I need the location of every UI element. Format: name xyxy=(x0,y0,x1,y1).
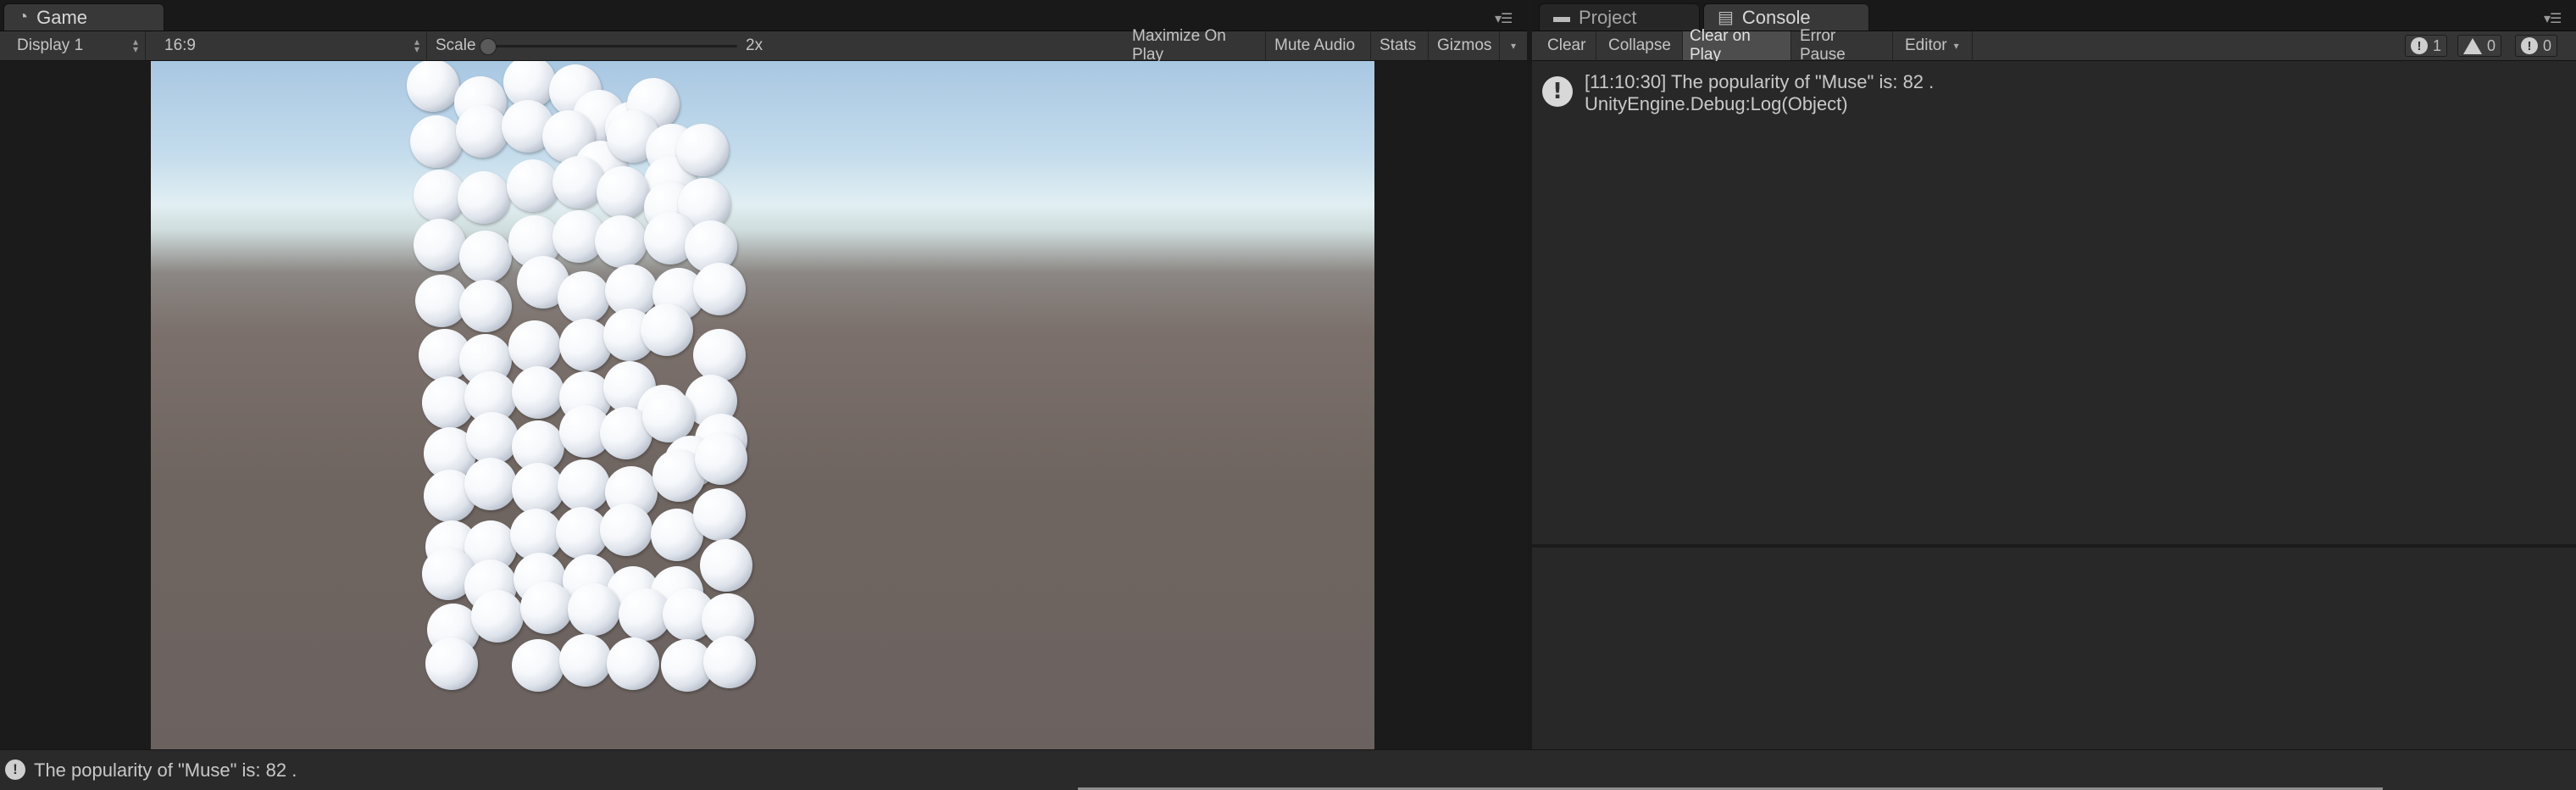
collapse-toggle[interactable]: Collapse xyxy=(1596,31,1683,60)
updown-arrows-icon: ▴ ▾ xyxy=(414,36,419,55)
sphere-object xyxy=(414,219,466,271)
chevron-down-icon: ▾ xyxy=(1953,40,1959,52)
sphere-object xyxy=(607,637,659,690)
sphere-object xyxy=(456,105,508,158)
editor-dropdown-label: Editor xyxy=(1905,36,1947,54)
pacman-icon: ◔ xyxy=(18,8,29,26)
game-toolbar: Display 1 ▴ ▾ 16:9 ▴ ▾ Scale 2x Maximize O… xyxy=(0,27,1527,64)
aspect-select[interactable]: 16:9 ▴ ▾ xyxy=(154,31,427,60)
sphere-object xyxy=(459,280,512,332)
sphere-object xyxy=(641,303,693,356)
console-icon: ▤ xyxy=(1718,8,1734,27)
info-count-toggle[interactable]: ! 1 xyxy=(2405,35,2448,57)
updown-arrows-icon: ▴ ▾ xyxy=(132,36,138,55)
display-select[interactable]: Display 1 ▴ ▾ xyxy=(0,31,146,60)
scale-value: 2x xyxy=(746,36,763,54)
unity-editor-window: ◔ Game ▾☰ ▬ Project ▤ Console ▾☰ Display… xyxy=(0,0,2576,790)
sphere-object xyxy=(459,231,512,283)
sphere-object xyxy=(595,215,647,268)
sphere-object xyxy=(464,458,517,510)
tab-console-label: Console xyxy=(1741,6,1811,28)
sphere-object xyxy=(425,637,478,690)
sphere-pile xyxy=(151,61,1374,749)
sphere-object xyxy=(693,263,746,315)
mute-audio-toggle[interactable]: Mute Audio xyxy=(1266,31,1371,60)
gizmos-dropdown[interactable]: ▾ xyxy=(1500,31,1527,60)
warning-count-toggle[interactable]: 0 xyxy=(2457,35,2502,57)
folder-icon: ▬ xyxy=(1553,8,1570,26)
editor-dropdown[interactable]: Editor ▾ xyxy=(1893,31,1973,60)
stats-toggle[interactable]: Stats xyxy=(1371,31,1429,60)
info-count: 1 xyxy=(2433,36,2442,54)
sphere-object xyxy=(558,271,610,324)
sphere-object xyxy=(407,61,459,112)
sphere-object xyxy=(512,463,564,515)
game-tab-bar: ◔ Game ▾☰ xyxy=(0,0,1527,31)
sphere-object xyxy=(693,488,746,541)
log-message: [11:10:30] The popularity of "Muse" is: … xyxy=(1585,71,1935,92)
sphere-object xyxy=(471,590,524,643)
error-count: 0 xyxy=(2543,36,2552,54)
tab-project[interactable]: ▬ Project xyxy=(1539,3,1700,31)
sphere-object xyxy=(466,412,519,465)
game-viewport[interactable] xyxy=(151,61,1374,749)
sphere-object xyxy=(458,171,510,224)
sphere-object xyxy=(558,459,610,512)
console-toolbar: Clear Collapse Clear on Play Error Pause… xyxy=(1532,27,2576,64)
tab-game-label: Game xyxy=(36,6,88,28)
warning-icon xyxy=(2463,37,2482,54)
maximize-on-play-toggle[interactable]: Maximize On Play xyxy=(1124,27,1266,64)
sphere-object xyxy=(559,634,612,687)
sphere-object xyxy=(600,503,652,556)
info-icon: ! xyxy=(5,759,25,780)
sphere-object xyxy=(597,166,649,219)
status-message[interactable]: The popularity of "Muse" is: 82 . xyxy=(34,759,297,782)
status-bar: ! The popularity of "Muse" is: 82 . xyxy=(0,749,2576,790)
scale-slider-track[interactable] xyxy=(491,45,737,47)
sphere-object xyxy=(507,159,559,212)
gizmos-toggle[interactable]: Gizmos xyxy=(1429,31,1500,60)
sphere-object xyxy=(512,366,564,419)
sphere-object xyxy=(700,539,752,592)
display-select-value: Display 1 xyxy=(17,36,84,54)
aspect-select-value: 16:9 xyxy=(164,36,196,54)
sphere-object xyxy=(642,390,695,442)
log-stack-trace: UnityEngine.Debug:Log(Object) xyxy=(1585,93,1848,114)
warning-count: 0 xyxy=(2487,36,2496,54)
sphere-object xyxy=(508,320,561,373)
console-log-list[interactable]: ! [11:10:30] The popularity of "Muse" is… xyxy=(1532,61,2576,544)
tab-project-label: Project xyxy=(1579,6,1637,28)
clear-on-play-toggle[interactable]: Clear on Play xyxy=(1683,27,1791,64)
sphere-object xyxy=(512,639,564,692)
error-icon: ! xyxy=(2521,37,2538,54)
sphere-object xyxy=(568,583,620,636)
panel-menu-icon[interactable]: ▾☰ xyxy=(2544,10,2562,27)
sphere-object xyxy=(693,329,746,381)
tab-game[interactable]: ◔ Game xyxy=(3,3,164,31)
info-icon: ! xyxy=(1542,76,1573,107)
console-tab-bar: ▬ Project ▤ Console ▾☰ xyxy=(1532,0,2576,31)
scale-slider-thumb[interactable] xyxy=(480,38,497,55)
sphere-object xyxy=(703,636,756,688)
sphere-object xyxy=(520,581,573,634)
sphere-object xyxy=(410,115,463,168)
clear-button[interactable]: Clear xyxy=(1532,31,1596,60)
error-count-toggle[interactable]: ! 0 xyxy=(2515,35,2558,57)
sphere-object xyxy=(676,124,729,176)
sphere-object xyxy=(695,432,747,485)
info-icon: ! xyxy=(2411,37,2428,54)
game-view xyxy=(0,61,1527,749)
error-pause-toggle[interactable]: Error Pause xyxy=(1791,27,1893,64)
chevron-down-icon: ▾ xyxy=(1510,40,1517,52)
console-detail-pane[interactable] xyxy=(1532,548,2576,749)
log-entry[interactable]: ! [11:10:30] The popularity of "Muse" is… xyxy=(1532,68,2576,120)
panel-menu-icon[interactable]: ▾☰ xyxy=(1495,10,1513,27)
